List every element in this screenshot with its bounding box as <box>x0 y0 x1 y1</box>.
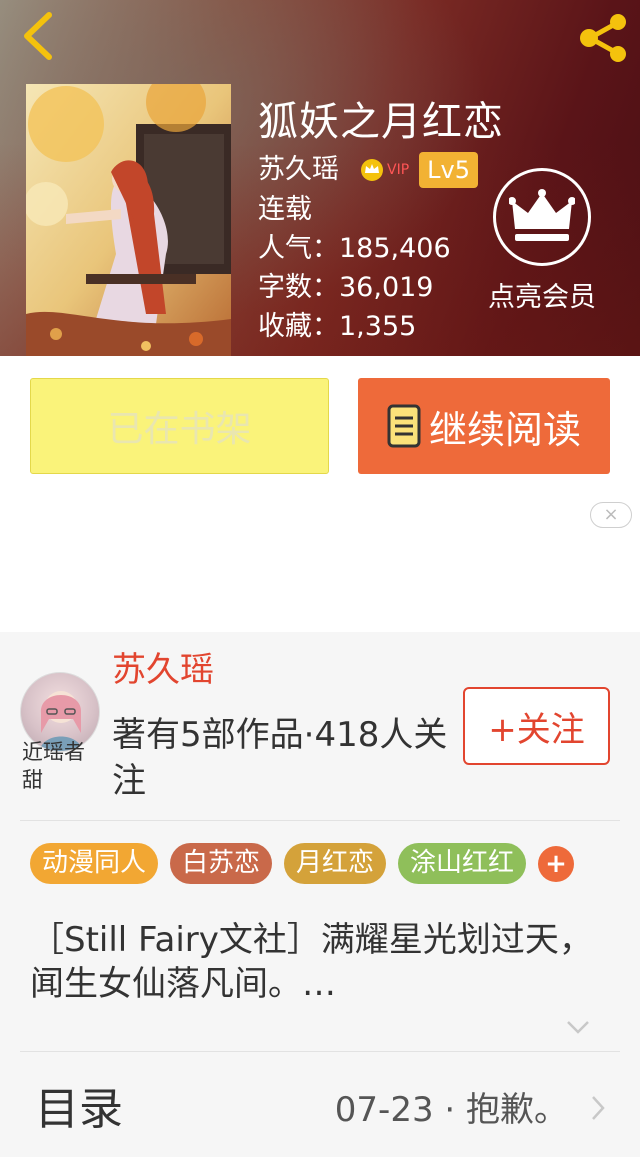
favorites-line: 收藏：1,355 <box>258 307 504 346</box>
back-button[interactable] <box>14 10 64 62</box>
divider <box>20 1051 620 1052</box>
crown-icon <box>509 189 575 241</box>
popularity-line: 人气：185,406 <box>258 229 504 268</box>
member-button[interactable]: 点亮会员 <box>474 168 610 316</box>
ad-area: × <box>0 494 640 632</box>
book-cover[interactable] <box>26 84 231 356</box>
share-button[interactable] <box>574 10 634 66</box>
word-count-label: 字数： <box>258 272 339 303</box>
level-badge: Lv5 <box>419 152 478 188</box>
chevron-left-icon <box>24 12 52 60</box>
chevron-right-icon[interactable] <box>590 1094 606 1126</box>
chevron-down-icon[interactable] <box>566 1019 590 1038</box>
follow-button[interactable]: +关注 <box>463 687 610 765</box>
add-tag-button[interactable]: + <box>538 845 575 882</box>
in-shelf-button[interactable]: 已在书架 <box>30 378 329 474</box>
word-count-line: 字数：36,019 <box>258 268 504 307</box>
favorites-label: 收藏： <box>258 311 339 342</box>
vip-badge: VIP <box>359 158 409 182</box>
tag-item[interactable]: 月红恋 <box>284 843 387 884</box>
author-name[interactable]: 苏久瑶 <box>258 152 339 188</box>
close-icon: × <box>603 504 619 525</box>
popularity-label: 人气： <box>258 233 339 264</box>
vip-crown-icon <box>361 159 383 181</box>
vip-label: VIP <box>387 162 410 178</box>
author-row: 苏久瑶 VIP Lv5 <box>258 150 504 190</box>
toc-label[interactable]: 目录 <box>35 1082 123 1138</box>
author-section-name[interactable]: 苏久瑶 <box>112 648 214 692</box>
continue-reading-button[interactable]: 继续阅读 <box>358 378 610 474</box>
member-label: 点亮会员 <box>488 282 596 313</box>
book-info: 狐妖之月红恋 苏久瑶 VIP Lv5 连载 人气：185,406 字数：36,0… <box>258 96 504 346</box>
word-count-value: 36,019 <box>339 272 434 303</box>
favorites-value: 1,355 <box>339 311 417 342</box>
book-status: 连载 <box>258 194 312 225</box>
author-section: 近瑶者甜 苏久瑶 著有5部作品·418人关注 +关注 动漫同人 白苏恋 月红恋 … <box>0 632 640 1157</box>
book-icon <box>387 404 421 448</box>
tag-item[interactable]: 动漫同人 <box>30 843 159 884</box>
tag-item[interactable]: 白苏恋 <box>170 843 273 884</box>
toc-latest-chapter[interactable]: 07-23 · 抱歉。 <box>335 1088 568 1132</box>
crown-circle <box>493 168 591 266</box>
action-bar: 已在书架 继续阅读 <box>0 356 640 494</box>
continue-reading-label: 继续阅读 <box>428 407 581 452</box>
book-intro[interactable]: ［Still Fairy文社］满耀星光划过天，闻生女仙落凡间。… <box>30 918 610 1006</box>
popularity-value: 185,406 <box>339 233 451 264</box>
book-title: 狐妖之月红恋 <box>258 99 504 145</box>
tag-list: 动漫同人 白苏恋 月红恋 涂山红红 + <box>30 843 575 884</box>
book-header: 狐妖之月红恋 苏久瑶 VIP Lv5 连载 人气：185,406 字数：36,0… <box>0 0 640 356</box>
divider <box>20 820 620 821</box>
share-icon <box>580 14 626 62</box>
author-description: 著有5部作品·418人关注 <box>112 715 448 801</box>
tag-item[interactable]: 涂山红红 <box>398 843 527 884</box>
ad-close-button[interactable]: × <box>590 502 632 528</box>
avatar-caption: 近瑶者甜 <box>22 740 85 792</box>
